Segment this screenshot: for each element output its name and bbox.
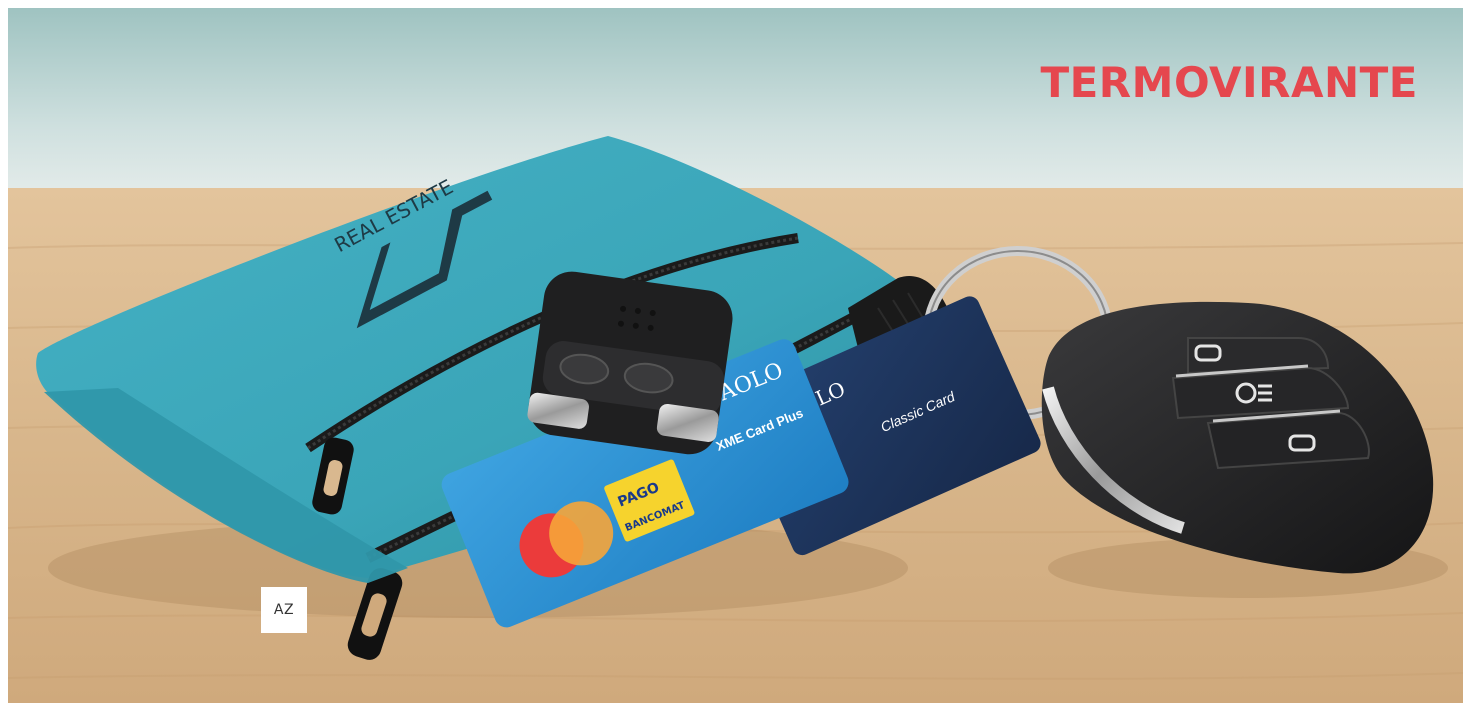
image-frame: REAL ESTATE Classic Card PAGO BANCOMAT X… [0, 0, 1471, 711]
garage-remote [527, 271, 733, 455]
photo-illustration: REAL ESTATE Classic Card PAGO BANCOMAT X… [8, 8, 1463, 703]
product-photo: REAL ESTATE Classic Card PAGO BANCOMAT X… [8, 8, 1463, 703]
az-tag: AZ [261, 587, 307, 633]
brand-title: TERMOVIRANTE [1040, 58, 1418, 107]
blurred-background [8, 8, 1463, 208]
